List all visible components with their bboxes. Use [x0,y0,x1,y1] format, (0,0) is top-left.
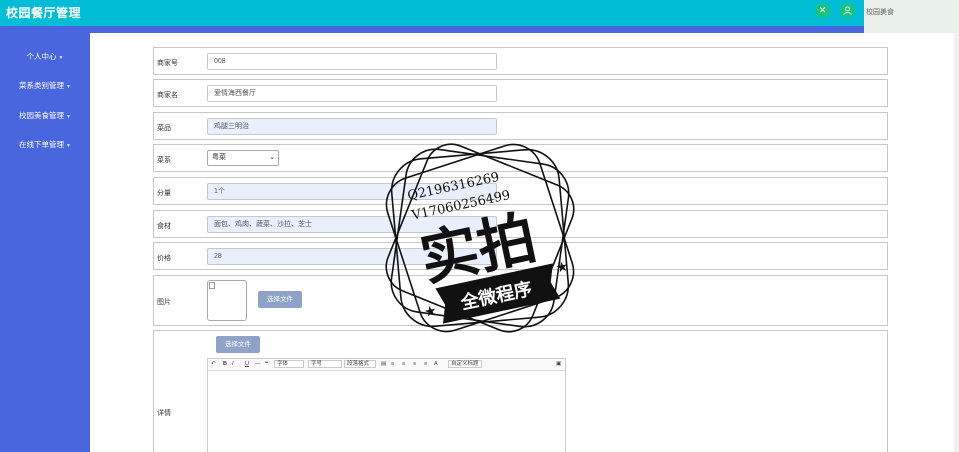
strikethrough-icon[interactable]: — [255,361,261,367]
merchant-name-input[interactable]: 爱情海西餐厅 [207,85,497,102]
bold-icon[interactable]: B [223,361,227,367]
user-avatar-icon[interactable] [840,3,855,18]
form-row-details: 详情 选择文件 ↶ B I U — ❝ 字体 字号 段落格式 ▤ ≡ ≡ ≡ ≡… [153,330,888,452]
chevron-down-icon: ▼ [66,114,71,120]
align-justify-icon[interactable]: ≡ [424,361,427,367]
field-label: 菜品 [157,125,171,132]
field-label: 分量 [157,190,171,197]
form-row-merchant-no: 商家号 008 [153,47,888,75]
watermark-stamp: Q2196316269 V17060256499 实拍 全微程序 ★ ★ [385,143,575,333]
app-title: 校园餐厅管理 [6,6,82,20]
font-size-select[interactable]: 字号 [308,360,342,368]
image-upload-button[interactable]: 选择文件 [258,291,302,308]
fullscreen-icon[interactable]: ✕ [815,3,830,18]
merchant-no-input[interactable]: 008 [207,53,497,70]
paragraph-format-select-label: 段落格式 [347,361,370,367]
rich-text-editor[interactable]: ↶ B I U — ❝ 字体 字号 段落格式 ▤ ≡ ≡ ≡ ≡ A 自定义标题… [207,358,566,452]
editor-toolbar: ↶ B I U — ❝ 字体 字号 段落格式 ▤ ≡ ≡ ≡ ≡ A 自定义标题… [208,359,565,371]
field-label: 价格 [157,255,171,262]
custom-title-select-label: 自定义标题 [451,361,479,367]
field-label: 商家号 [157,60,178,67]
sidebar-item-cuisine-category[interactable]: 菜系类别管理 ▼ [0,80,90,91]
svg-text:★: ★ [554,257,570,275]
italic-icon[interactable]: I [232,361,234,367]
code-block-icon[interactable]: ▤ [381,361,386,367]
font-family-select-label: 字体 [277,361,289,367]
cuisine-select[interactable]: 粤菜 ⌄ [207,150,279,166]
field-label: 商家名 [157,92,178,99]
chevron-down-icon: ▼ [58,55,64,61]
sidebar-item-label: 在线下单管理 [19,140,65,149]
sidebar-item-label: 校园美食管理 [19,111,65,120]
fullscreen-editor-icon[interactable]: ▣ [556,361,561,367]
align-center-icon[interactable]: ≡ [402,361,405,367]
undo-icon[interactable]: ↶ [211,361,216,367]
underline-icon[interactable]: U [245,361,249,367]
font-size-select-label: 字号 [311,361,323,367]
paragraph-format-select[interactable]: 段落格式 [344,360,376,368]
form-row-merchant-name: 商家名 爱情海西餐厅 [153,79,888,107]
field-label: 图片 [157,299,171,306]
field-label: 菜系 [157,157,171,164]
cuisine-select-value: 粤菜 [212,154,226,161]
header-strip [0,26,864,33]
sidebar-item-campus-food[interactable]: 校园美食管理 ▼ [0,110,90,121]
sidebar-item-label: 菜系类别管理 [19,81,65,90]
chevron-down-icon: ▼ [66,143,71,149]
image-preview [207,280,247,321]
custom-title-select[interactable]: 自定义标题 [448,360,482,368]
align-left-icon[interactable]: ≡ [391,361,394,367]
field-label: 食材 [157,223,171,230]
sidebar-item-online-order[interactable]: 在线下单管理 ▼ [0,139,90,150]
sidebar-item-label: 个人中心 [26,52,57,61]
chevron-down-icon: ⌄ [269,154,275,161]
font-color-icon[interactable]: A [434,361,438,367]
top-header: 校园餐厅管理 ✕ [0,0,864,26]
sidebar: 个人中心 ▼ 菜系类别管理 ▼ 校园美食管理 ▼ 在线下单管理 ▼ [0,33,90,452]
details-upload-button[interactable]: 选择文件 [216,336,260,353]
blockquote-icon[interactable]: ❝ [265,361,268,367]
page-scrollbar[interactable] [954,33,959,452]
current-user-name[interactable]: 校园美食 [866,7,894,17]
align-right-icon[interactable]: ≡ [413,361,416,367]
chevron-down-icon: ▼ [66,84,71,90]
sidebar-item-profile[interactable]: 个人中心 ▼ [0,51,90,62]
font-family-select[interactable]: 字体 [274,360,304,368]
field-label: 详情 [157,410,171,417]
broken-image-icon [209,282,215,289]
